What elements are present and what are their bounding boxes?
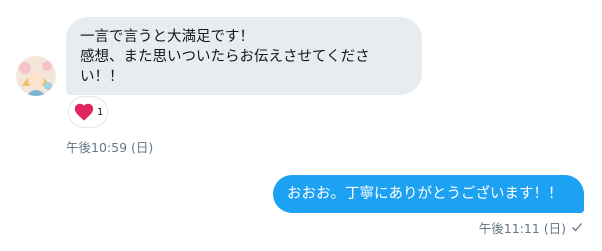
incoming-timestamp: 午後10:59 (日) <box>66 140 154 155</box>
avatar-illustration <box>16 56 56 96</box>
reaction-badge[interactable]: 1 <box>68 96 108 128</box>
checkmark-icon <box>572 223 582 232</box>
incoming-message-bubble[interactable]: 一言で言うと大満足です！ 感想、また思いついたらお伝えさせてください！！ <box>66 17 422 95</box>
outgoing-timestamp: 午後11:11 (日) <box>478 221 566 236</box>
sender-avatar[interactable] <box>16 56 56 96</box>
heart-icon <box>74 103 94 121</box>
reaction-count: 1 <box>97 106 104 118</box>
outgoing-message-bubble[interactable]: おおお。丁寧にありがとうございます！！ <box>273 175 584 213</box>
